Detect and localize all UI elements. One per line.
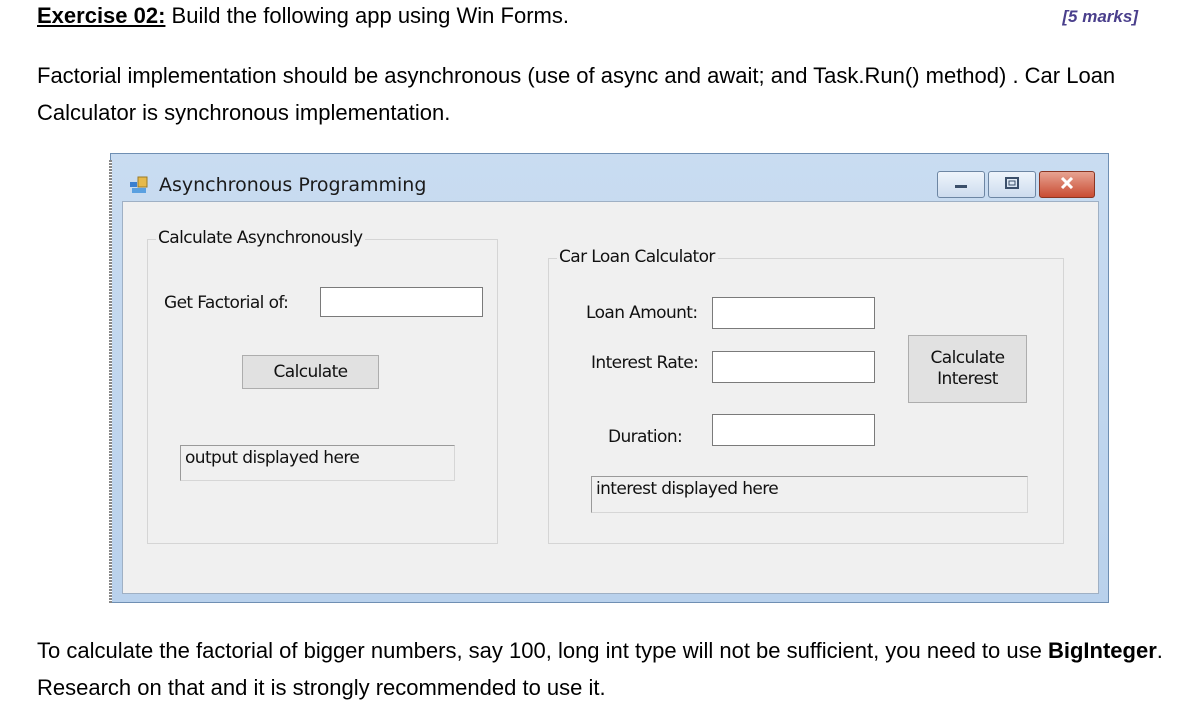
- factorial-label: Get Factorial of:: [164, 293, 289, 313]
- interest-rate-label: Interest Rate:: [591, 353, 699, 373]
- interest-output: interest displayed here: [591, 476, 1028, 513]
- async-group-legend: Calculate Asynchronously: [156, 228, 366, 248]
- loan-group-legend: Car Loan Calculator: [557, 247, 718, 267]
- interest-rate-input[interactable]: [712, 351, 875, 383]
- minimize-button[interactable]: [937, 171, 985, 198]
- minimize-icon: [953, 176, 969, 194]
- close-button[interactable]: [1039, 171, 1095, 198]
- instructions-paragraph: Factorial implementation should be async…: [37, 63, 1116, 125]
- app-window: Asynchronous Programming Calculate Async…: [109, 153, 1109, 604]
- loan-amount-label: Loan Amount:: [586, 303, 698, 323]
- close-icon: [1059, 176, 1075, 194]
- window-title: Asynchronous Programming: [159, 174, 427, 196]
- biginteger-keyword: BigInteger: [1047, 638, 1157, 663]
- loan-amount-input[interactable]: [712, 297, 875, 329]
- title-bar[interactable]: Asynchronous Programming: [111, 154, 1108, 200]
- calculate-interest-button[interactable]: Calculate Interest: [908, 335, 1027, 403]
- maximize-button[interactable]: [988, 171, 1036, 198]
- form-client-area: Calculate Asynchronously Get Factorial o…: [122, 201, 1099, 594]
- exercise-title: Build the following app using Win Forms.: [165, 3, 569, 28]
- factorial-output: output displayed here: [180, 445, 455, 481]
- exercise-number: Exercise 02:: [37, 3, 166, 28]
- exercise-heading: Exercise 02: Build the following app usi…: [37, 3, 569, 29]
- async-group: Calculate Asynchronously Get Factorial o…: [147, 228, 498, 544]
- maximize-icon: [1004, 176, 1020, 194]
- factorial-input[interactable]: [320, 287, 483, 317]
- duration-input[interactable]: [712, 414, 875, 446]
- biginteger-paragraph: To calculate the factorial of bigger num…: [37, 632, 1167, 706]
- duration-label: Duration:: [608, 427, 683, 447]
- window-left-edge: [109, 160, 112, 604]
- calculate-button[interactable]: Calculate: [242, 355, 379, 389]
- biginteger-text-pre: To calculate the factorial of bigger num…: [37, 638, 1048, 663]
- app-icon: [129, 176, 149, 194]
- marks-label: [5 marks]: [1062, 7, 1138, 26]
